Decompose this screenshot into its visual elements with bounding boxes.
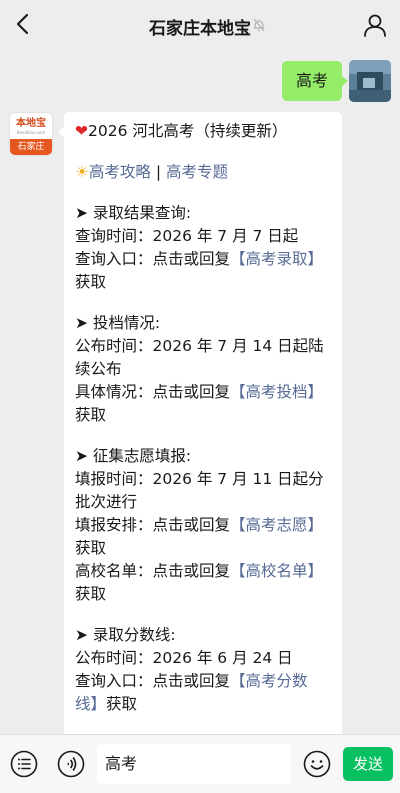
score-line-link-cont[interactable]: 线】 — [75, 695, 106, 713]
message-input[interactable]: 高考 — [97, 744, 291, 784]
score-line-link[interactable]: 【高考分数 — [230, 672, 308, 690]
message-input-text: 高考 — [105, 754, 138, 773]
account-avatar[interactable]: 本地宝 Bendibao.com 石家庄 — [10, 113, 52, 155]
section-suffix: 获取 — [75, 273, 107, 291]
section-line: 批次进行 — [75, 493, 138, 511]
section-title: 投档情况: — [92, 314, 161, 332]
section-prefix: 具体情况：点击或回复 — [75, 383, 231, 401]
arrow-icon: ➤ — [75, 314, 93, 332]
section-prefix: 查询入口：点击或回复 — [75, 250, 231, 268]
person-icon — [364, 14, 386, 37]
section-suffix: 获取 — [75, 585, 107, 603]
emoji-button[interactable] — [303, 750, 331, 778]
message-body: ❤2026 河北高考（持续更新） ☀高考攻略 | 高考专题 ➤ 录取结果查询: … — [75, 120, 337, 716]
section-title: 录取分数线: — [92, 626, 176, 644]
account-logo-url: Bendibao.com — [16, 130, 46, 135]
my-avatar[interactable] — [349, 60, 391, 102]
sun-icon: ☀ — [75, 163, 89, 181]
section-prefix: 查询入口：点击或回复 — [75, 672, 231, 690]
account-logo-text: 本地宝 — [16, 118, 46, 129]
section-line: 公布时间：2026 年 6 月 24 日 — [75, 649, 293, 667]
send-button[interactable]: 发送 — [343, 747, 393, 781]
menu-list-icon — [10, 750, 38, 778]
section-line: 公布时间：2026 年 7 月 14 日起陆 — [75, 337, 324, 355]
arrow-icon: ➤ — [75, 626, 93, 644]
section-title: 录取结果查询: — [92, 204, 192, 222]
section-line: 填报时间：2026 年 7 月 11 日起分 — [75, 470, 324, 488]
chat-title: 石家庄本地宝 — [149, 19, 251, 39]
bell-off-icon — [252, 17, 266, 33]
emoji-icon — [303, 750, 331, 778]
admission-link[interactable]: 【高考录取】 — [230, 250, 323, 268]
heart-icon: ❤ — [75, 122, 88, 140]
section-suffix: 获取 — [106, 695, 138, 713]
topic-link[interactable]: 高考专题 — [166, 163, 228, 181]
guide-link[interactable]: 高考攻略 — [89, 163, 151, 181]
section-line: 续公布 — [75, 360, 122, 378]
section-prefix: 高校名单：点击或回复 — [75, 562, 231, 580]
outgoing-message[interactable]: 高考 — [281, 61, 349, 101]
college-list-link[interactable]: 【高校名单】 — [230, 562, 323, 580]
voice-button[interactable] — [57, 750, 85, 778]
profile-button[interactable] — [362, 12, 388, 38]
input-bar: 高考 发送 — [0, 734, 400, 793]
account-band-text: 石家庄 — [10, 139, 52, 155]
message-heading: 2026 河北高考（持续更新） — [88, 122, 288, 140]
top-bar: 石家庄本地宝 — [0, 0, 400, 50]
section-suffix: 获取 — [75, 539, 107, 557]
voice-icon — [57, 750, 85, 778]
arrow-icon: ➤ — [75, 447, 93, 465]
arrow-icon: ➤ — [75, 204, 93, 222]
filing-link[interactable]: 【高考投档】 — [230, 383, 323, 401]
section-suffix: 获取 — [75, 406, 107, 424]
incoming-message: ❤2026 河北高考（持续更新） ☀高考攻略 | 高考专题 ➤ 录取结果查询: … — [58, 112, 342, 752]
section-line: 查询时间：2026 年 7 月 7 日起 — [75, 227, 299, 245]
section-prefix: 填报安排：点击或回复 — [75, 516, 231, 534]
link-separator: | — [150, 163, 166, 181]
section-title: 征集志愿填报: — [92, 447, 192, 465]
menu-button[interactable] — [10, 750, 38, 778]
volunteer-link[interactable]: 【高考志愿】 — [230, 516, 323, 534]
